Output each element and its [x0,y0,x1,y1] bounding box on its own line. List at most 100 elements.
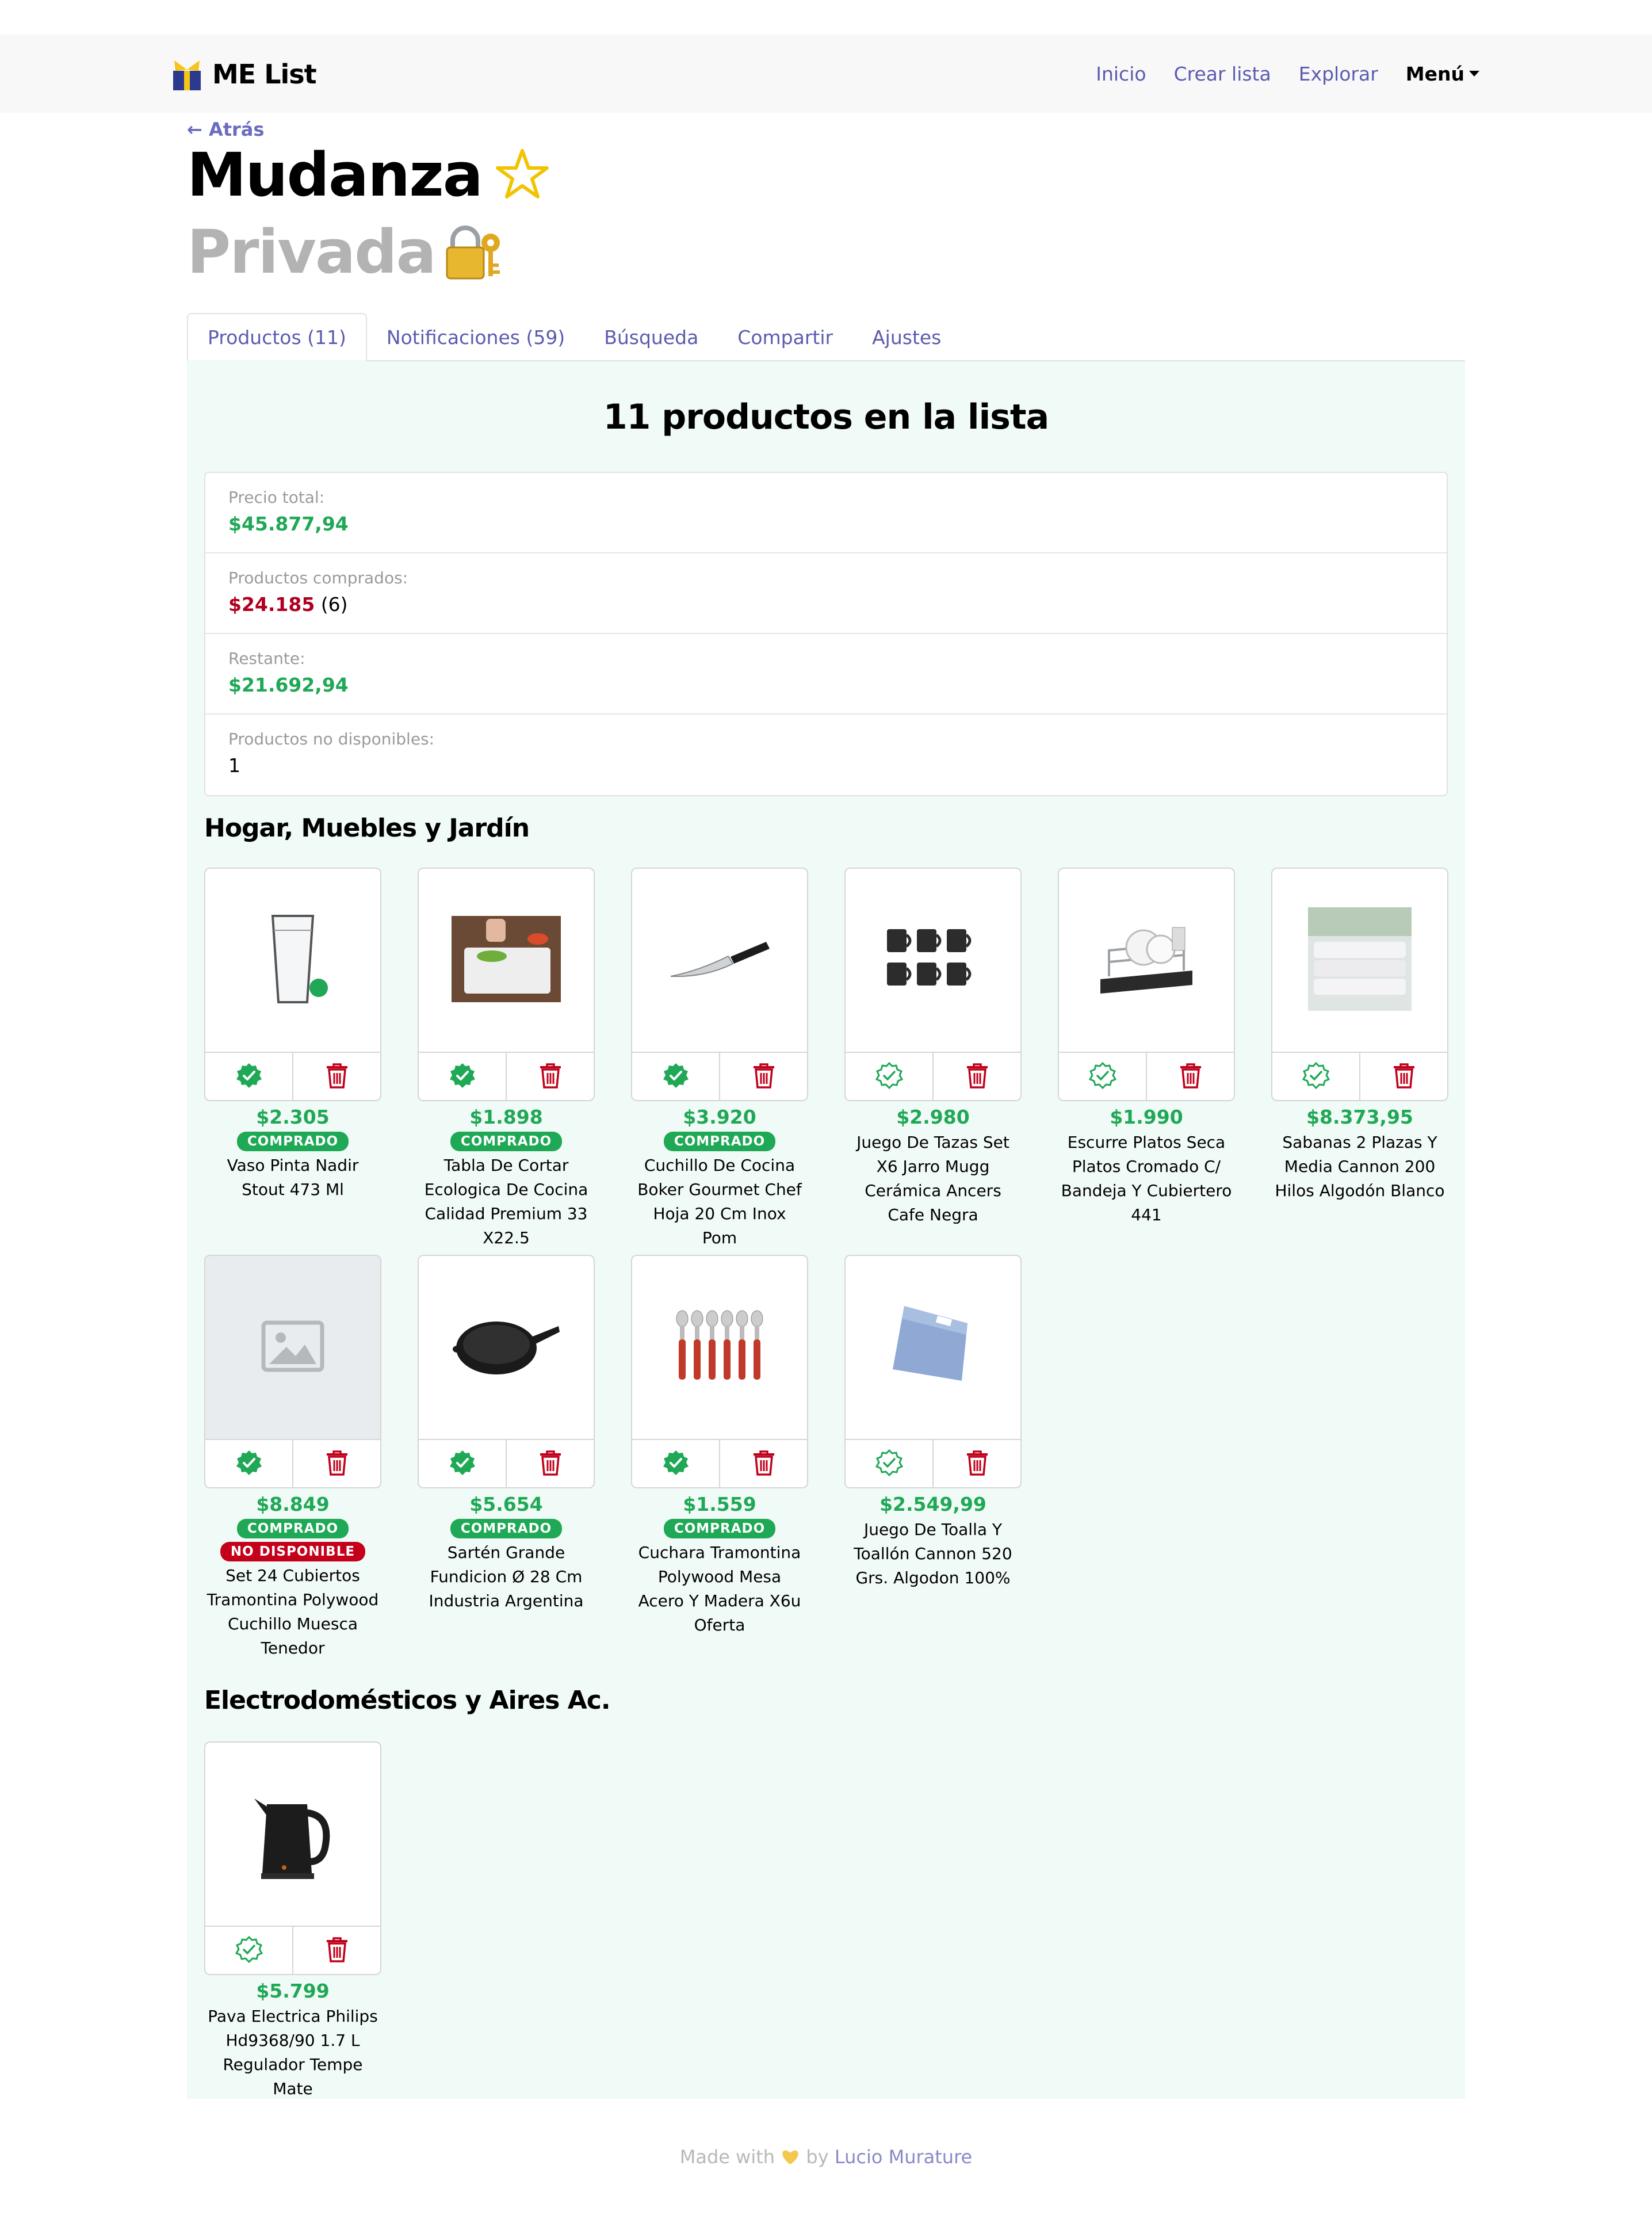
product-price: $5.654 [469,1493,543,1515]
product-name[interactable]: Escurre Platos Seca Platos Cromado C/ Ba… [1058,1131,1235,1227]
product-image[interactable] [419,869,594,1052]
product-image[interactable] [846,869,1020,1052]
product-image[interactable] [632,1256,807,1439]
delete-product-button[interactable] [932,1053,1020,1100]
delete-product-button[interactable] [932,1440,1020,1487]
product-image[interactable] [205,869,380,1052]
mark-bought-button[interactable] [632,1440,719,1487]
product-card-box [204,1742,381,1975]
product-name[interactable]: Set 24 Cubiertos Tramontina Polywood Cuc… [204,1564,381,1660]
product-price: $1.990 [1110,1106,1183,1128]
trash-icon [752,1450,775,1479]
check-badge-outline-icon [875,1061,903,1092]
mark-bought-button[interactable] [846,1053,932,1100]
trash-icon [1393,1063,1416,1091]
summary-total: Precio total: $45.877,94 [205,473,1447,553]
delete-product-button[interactable] [292,1440,380,1487]
product-image[interactable] [846,1256,1020,1439]
product-name[interactable]: Tabla De Cortar Ecologica De Cocina Cali… [418,1154,595,1250]
product-name[interactable]: Pava Electrica Philips Hd9368/90 1.7 L R… [204,2004,381,2101]
trash-icon [326,1450,349,1479]
navbar: ME List Inicio Crear lista Explorar Menú [0,35,1652,113]
caret-down-icon [1469,71,1479,77]
tab-compartir[interactable]: Compartir [718,313,852,361]
nav-link-explorar[interactable]: Explorar [1299,63,1378,85]
product-image[interactable] [1272,869,1447,1052]
product-name[interactable]: Juego De Toalla Y Toallón Cannon 520 Grs… [844,1518,1022,1590]
product-name[interactable]: Juego De Tazas Set X6 Jarro Mugg Cerámic… [844,1131,1022,1227]
trash-icon [752,1063,775,1091]
dish-rack-icon [1092,916,1201,1005]
summary-bought-count: (6) [320,593,348,616]
product-image[interactable] [205,1743,380,1926]
trash-icon [966,1450,989,1479]
mark-bought-button[interactable] [1059,1053,1146,1100]
delete-product-button[interactable] [506,1053,594,1100]
mark-bought-button[interactable] [205,1053,292,1100]
product-name[interactable]: Cuchillo De Cocina Boker Gourmet Chef Ho… [631,1154,808,1250]
mark-bought-button[interactable] [632,1053,719,1100]
mugs-icon [881,925,985,996]
brand[interactable]: ME List [169,48,317,100]
tab-ajustes[interactable]: Ajustes [852,313,961,361]
mark-bought-button[interactable] [419,1053,506,1100]
tab-busqueda[interactable]: Búsqueda [584,313,718,361]
product-card-box [204,1255,381,1488]
delete-product-button[interactable] [719,1053,807,1100]
delete-product-button[interactable] [292,1927,380,1974]
lock-key-icon [446,226,500,280]
product-card-box [204,868,381,1101]
product-name[interactable]: Cuchara Tramontina Polywood Mesa Acero Y… [631,1541,808,1637]
mark-bought-button[interactable] [846,1440,932,1487]
tabs: Productos (11) Notificaciones (59) Búsqu… [187,313,1465,361]
products-panel: 11 productos en la lista Precio total: $… [187,361,1465,2099]
product-name[interactable]: Sartén Grande Fundicion Ø 28 Cm Industri… [418,1541,595,1613]
summary-remaining-label: Restante: [228,649,305,668]
footer: Made with by Lucio Murature [0,2146,1652,2168]
mark-bought-button[interactable] [205,1440,292,1487]
tab-productos[interactable]: Productos (11) [187,313,367,361]
unavailable-badge: NO DISPONIBLE [220,1542,366,1561]
product-actions [205,1926,380,1974]
product-card: $1.990 Escurre Platos Seca Platos Cromado… [1058,868,1235,1227]
product-image[interactable] [205,1256,380,1439]
nav-link-inicio[interactable]: Inicio [1096,63,1146,85]
product-actions [846,1052,1020,1100]
glass-icon [250,907,336,1013]
product-image[interactable] [632,869,807,1052]
bought-badge: COMPRADO [663,1519,776,1538]
gift-logo-icon [173,60,201,90]
product-actions [205,1439,380,1487]
star-icon[interactable] [494,146,551,204]
summary-remaining-value: $21.692,94 [228,674,349,696]
product-card-box [1058,868,1235,1101]
product-name[interactable]: Sabanas 2 Plazas Y Media Cannon 200 Hilo… [1271,1131,1448,1203]
trash-icon [1179,1063,1202,1091]
delete-product-button[interactable] [506,1440,594,1487]
privacy-title: Privada [187,222,508,282]
footer-author-link[interactable]: Lucio Murature [835,2146,972,2168]
delete-product-button[interactable] [292,1053,380,1100]
delete-product-button[interactable] [1146,1053,1234,1100]
product-image[interactable] [1059,869,1234,1052]
product-actions [205,1052,380,1100]
product-price: $2.549,99 [879,1493,986,1515]
mark-bought-button[interactable] [205,1927,292,1974]
list-title: Mudanza [187,140,483,210]
product-price: $3.920 [683,1106,756,1128]
product-name[interactable]: Vaso Pinta Nadir Stout 473 Ml [204,1154,381,1202]
nav-menu-dropdown[interactable]: Menú [1406,63,1479,85]
tab-notificaciones[interactable]: Notificaciones (59) [367,313,584,361]
product-card-box [844,868,1022,1101]
kettle-icon [250,1781,336,1887]
product-card: $5.654 COMPRADO Sartén Grande Fundicion Ø … [418,1255,595,1613]
delete-product-button[interactable] [1359,1053,1447,1100]
product-actions [632,1439,807,1487]
nav-link-crear-lista[interactable]: Crear lista [1174,63,1271,85]
mark-bought-button[interactable] [419,1440,506,1487]
product-image[interactable] [419,1256,594,1439]
products-count-title: 11 productos en la lista [603,397,1049,437]
back-link[interactable]: ← Atrás [187,119,264,140]
delete-product-button[interactable] [719,1440,807,1487]
mark-bought-button[interactable] [1272,1053,1359,1100]
